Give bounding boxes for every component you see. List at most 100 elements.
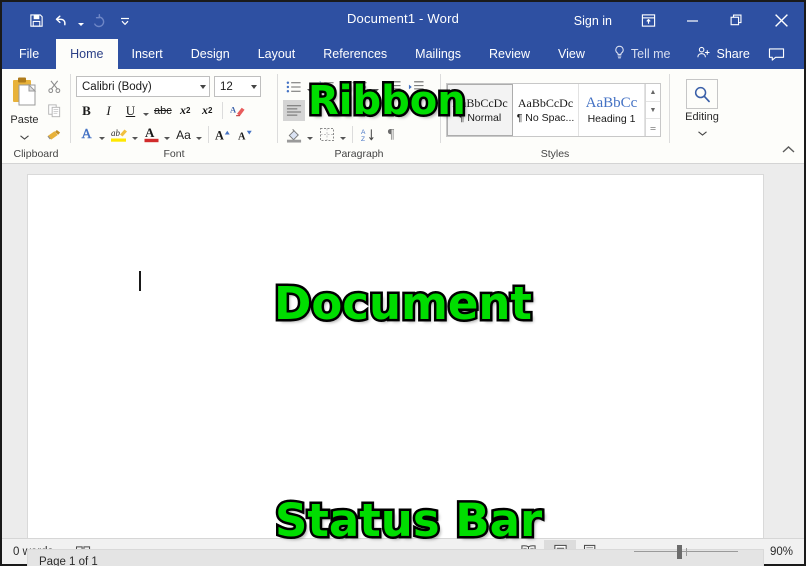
change-case-dropdown-caret[interactable] — [196, 136, 202, 140]
underline-dropdown-caret[interactable] — [143, 112, 149, 116]
subscript-button[interactable]: x2 — [175, 100, 196, 121]
tab-mailings[interactable]: Mailings — [401, 39, 475, 69]
editing-button[interactable]: Editing — [675, 79, 729, 141]
editing-dropdown-caret[interactable] — [697, 123, 707, 141]
redo-icon[interactable] — [87, 9, 111, 33]
ribbon-display-options-icon[interactable] — [626, 2, 670, 39]
cut-scissors-icon[interactable] — [43, 76, 65, 97]
align-left-icon[interactable] — [283, 100, 305, 121]
ribbon-group-font: Calibri (Body) 12 B I U abc x 2 x 2 A A … — [71, 69, 277, 164]
style-name: Heading 1 — [587, 113, 636, 125]
zoom-level-label[interactable]: 90% — [760, 546, 796, 558]
change-case-button[interactable]: Aa — [173, 124, 194, 145]
group-label-styles: Styles — [540, 148, 570, 160]
numbered-list-icon[interactable]: 1 2 3 — [316, 76, 338, 97]
multilevel-list-icon[interactable] — [349, 76, 371, 97]
bullet-list-icon[interactable] — [283, 76, 305, 97]
title-bar-right: Sign in — [560, 2, 804, 39]
copy-icon[interactable] — [43, 100, 65, 121]
tab-review[interactable]: Review — [475, 39, 544, 69]
chevron-down-icon — [251, 84, 257, 89]
styles-more-icon[interactable]: ⚌ — [646, 119, 660, 136]
font-name-combo[interactable]: Calibri (Body) — [76, 76, 210, 97]
borders-icon[interactable] — [316, 124, 338, 145]
italic-button[interactable]: I — [98, 100, 119, 121]
tab-file[interactable]: File — [2, 39, 56, 69]
svg-text:A: A — [230, 104, 237, 114]
font-size-value: 12 — [220, 80, 233, 93]
paste-dropdown-caret[interactable] — [20, 127, 29, 145]
share-button[interactable]: Share — [680, 39, 757, 69]
tab-view[interactable]: View — [544, 39, 599, 69]
highlight-dropdown-caret[interactable] — [132, 136, 138, 140]
styles-scroll-down-icon[interactable]: ▼ — [646, 102, 660, 120]
styles-gallery: AaBbCcDc ¶ Normal AaBbCcDc ¶ No Spac... … — [446, 83, 661, 137]
borders-dropdown-caret[interactable] — [340, 136, 346, 140]
multilevel-dropdown-caret[interactable] — [373, 88, 379, 92]
share-label: Share — [716, 47, 750, 61]
sort-icon[interactable]: A Z — [357, 124, 379, 145]
grow-font-button[interactable]: A — [213, 124, 234, 145]
styles-scroll-up-icon[interactable]: ▲ — [646, 84, 660, 102]
svg-text:A: A — [360, 129, 365, 136]
find-magnifier-icon[interactable] — [686, 79, 718, 109]
ribbon-tab-strip: File Home Insert Design Layout Reference… — [2, 39, 804, 69]
text-effects-button[interactable]: A — [76, 124, 97, 145]
decrease-indent-icon[interactable] — [382, 76, 404, 97]
clear-formatting-icon[interactable]: A — [227, 100, 248, 121]
tab-references[interactable]: References — [309, 39, 401, 69]
tab-insert[interactable]: Insert — [118, 39, 177, 69]
style-name: ¶ No Spac... — [516, 112, 575, 124]
bullets-dropdown-caret[interactable] — [307, 88, 313, 92]
collapse-ribbon-chevron-icon[interactable] — [782, 141, 795, 159]
show-formatting-marks-icon[interactable]: ¶ — [380, 124, 402, 145]
style-preview: AaBbCcDc — [517, 96, 574, 110]
document-workspace[interactable] — [2, 164, 804, 566]
save-icon[interactable] — [24, 9, 48, 33]
shading-dropdown-caret[interactable] — [307, 136, 313, 140]
restore-icon[interactable] — [714, 2, 758, 39]
undo-icon[interactable] — [50, 9, 74, 33]
ribbon-group-clipboard: Paste Clipboard — [2, 69, 70, 164]
bold-button[interactable]: B — [76, 100, 97, 121]
tab-design[interactable]: Design — [177, 39, 244, 69]
zoom-slider-thumb[interactable] — [677, 544, 682, 559]
increase-indent-icon[interactable] — [405, 76, 427, 97]
format-painter-icon[interactable] — [43, 124, 65, 145]
style-normal[interactable]: AaBbCcDc ¶ Normal — [447, 84, 513, 136]
sign-in-button[interactable]: Sign in — [560, 2, 626, 39]
close-icon[interactable] — [758, 2, 804, 39]
ribbon-group-editing: Editing — [670, 69, 734, 164]
svg-text:A: A — [145, 125, 155, 140]
style-heading-1[interactable]: AaBbCc Heading 1 — [579, 84, 645, 136]
tab-layout[interactable]: Layout — [244, 39, 310, 69]
tab-home[interactable]: Home — [56, 39, 118, 69]
text-effects-dropdown-caret[interactable] — [99, 136, 105, 140]
paste-button[interactable]: Paste — [7, 75, 42, 145]
shading-icon[interactable] — [283, 124, 305, 145]
undo-dropdown-caret[interactable] — [76, 10, 85, 32]
superscript-button[interactable]: x2 — [197, 100, 218, 121]
style-no-spacing[interactable]: AaBbCcDc ¶ No Spac... — [513, 84, 579, 136]
font-color-dropdown-caret[interactable] — [164, 136, 170, 140]
ribbon-group-styles: AaBbCcDc ¶ Normal AaBbCcDc ¶ No Spac... … — [441, 69, 669, 164]
shrink-font-button[interactable]: A — [235, 124, 256, 145]
underline-button[interactable]: U — [120, 100, 141, 121]
lightbulb-icon — [613, 45, 626, 63]
tell-me-search[interactable]: Tell me — [599, 39, 681, 69]
minimize-icon[interactable] — [670, 2, 714, 39]
font-color-button[interactable]: A — [141, 124, 162, 145]
word-window: Document1 - Word Sign in File Home Inser… — [0, 0, 806, 566]
numbering-dropdown-caret[interactable] — [340, 88, 346, 92]
tell-me-label: Tell me — [630, 47, 671, 61]
comment-icon[interactable] — [758, 39, 799, 69]
editing-label: Editing — [685, 111, 719, 123]
text-cursor — [139, 271, 141, 291]
font-size-combo[interactable]: 12 — [214, 76, 261, 97]
zoom-slider[interactable] — [634, 544, 738, 559]
svg-text:ab: ab — [111, 128, 121, 138]
document-page[interactable] — [27, 174, 764, 566]
text-highlight-color-button[interactable]: ab — [108, 124, 130, 145]
strikethrough-button[interactable]: abc — [152, 100, 174, 121]
customize-quick-access-icon[interactable] — [113, 9, 137, 33]
